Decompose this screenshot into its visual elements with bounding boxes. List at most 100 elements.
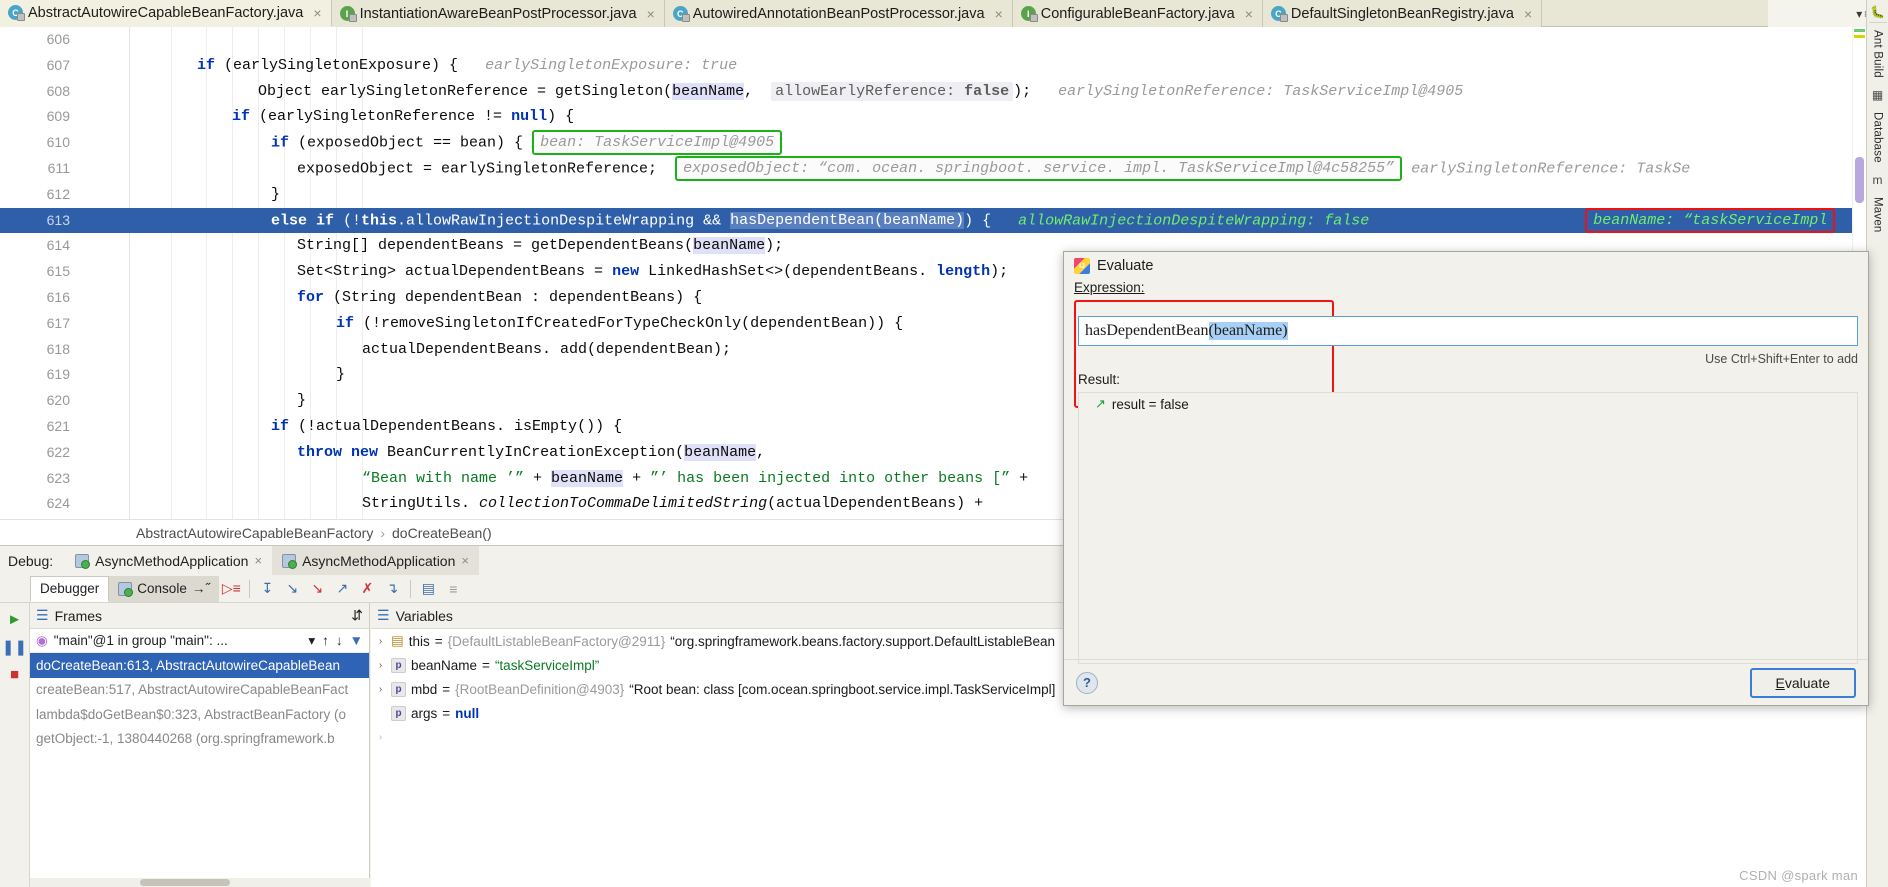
thread-icon: ◉ (36, 632, 48, 648)
tab-debugger[interactable]: Debugger (30, 575, 110, 602)
close-icon[interactable]: × (313, 5, 321, 21)
class-icon: C (8, 5, 25, 21)
step-out-icon[interactable]: ↗ (330, 577, 355, 601)
evaluate-button[interactable]: Evaluate (1749, 667, 1856, 698)
result-text: result = false (1111, 396, 1189, 412)
frame-row[interactable]: createBean:517, AbstractAutowireCapableB… (30, 678, 369, 703)
resume-program-icon[interactable]: ► (7, 611, 22, 628)
code-text: exposedObject = earlySingletonReference;… (297, 155, 1690, 182)
stop-program-icon[interactable]: ■ (10, 666, 19, 683)
editor-tab-1[interactable]: I InstantiationAwareBeanPostProcessor.ja… (331, 0, 665, 27)
expression-label-text: Expression: (1074, 280, 1145, 295)
editor-tab-0[interactable]: C AbstractAutowireCapableBeanFactory.jav… (0, 0, 332, 27)
code-line[interactable]: 611 exposedObject = earlySingletonRefere… (0, 155, 1866, 182)
line-number: 616 (46, 288, 70, 305)
code-line[interactable]: 609 if (earlySingletonReference != null)… (0, 104, 1866, 130)
drop-frame-icon[interactable]: ✗ (355, 577, 380, 601)
variable-value: “Root bean: class [com.ocean.springboot.… (629, 681, 1056, 697)
code-text: “Bean with name ’” + beanName + ”’ has b… (362, 469, 1029, 487)
show-execution-point-icon[interactable]: ▷≡ (219, 577, 244, 601)
line-number: 617 (46, 314, 70, 331)
frame-row[interactable]: getObject:-1, 1380440268 (org.springfram… (30, 727, 369, 752)
expand-chevron-icon[interactable]: › (375, 684, 386, 695)
pause-program-icon[interactable]: ❚❚ (2, 638, 27, 656)
line-number: 623 (46, 469, 70, 486)
breadcrumb-separator-icon: › (380, 524, 386, 541)
result-tree[interactable]: ↗ result = false (1078, 392, 1858, 664)
code-line[interactable]: 606 (0, 27, 1866, 53)
expression-input[interactable]: hasDependentBean (beanName) (1078, 316, 1858, 346)
line-number: 607 (46, 56, 70, 73)
breadcrumb-method[interactable]: doCreateBean() (392, 525, 492, 541)
frame-up-icon[interactable]: ↑ (322, 633, 329, 649)
result-label: Result: (1078, 372, 1121, 387)
step-into-icon[interactable]: ↘ (280, 577, 305, 601)
breadcrumb-class[interactable]: AbstractAutowireCapableBeanFactory (136, 525, 373, 541)
variable-row-partial[interactable]: › (371, 725, 1866, 749)
close-icon[interactable]: × (1524, 6, 1532, 22)
code-line[interactable]: 607 if (earlySingletonExposure) { earlyS… (0, 53, 1866, 79)
database-table-icon: ▦ (1871, 87, 1884, 102)
tool-button-database[interactable]: Database (1869, 105, 1887, 170)
inline-debug-value-exposedObject: exposedObject: “com. ocean. springboot. … (675, 155, 1403, 181)
expand-chevron-icon[interactable]: › (375, 660, 386, 671)
tab-console[interactable]: Console →˝ (109, 575, 219, 602)
evaluate-expression-icon[interactable]: ▤ (416, 577, 441, 601)
step-over-icon[interactable]: ↧ (255, 577, 280, 601)
mute-breakpoints-icon[interactable]: ≡ (441, 577, 466, 601)
force-step-into-icon[interactable]: ↘ (305, 577, 330, 601)
evaluate-dialog: Evaluate Expression: hasDependentBean(be… (1063, 251, 1869, 706)
line-number: 614 (46, 237, 70, 254)
editor-tab-label: InstantiationAwareBeanPostProcessor.java (359, 5, 637, 22)
filter-icon[interactable]: ▼ (350, 633, 363, 649)
bug-icon[interactable]: 🐛 (1870, 2, 1885, 22)
close-icon[interactable]: × (647, 6, 655, 22)
tool-button-ant-build[interactable]: Ant Build (1868, 22, 1887, 85)
class-icon: C (672, 6, 690, 22)
code-text: for (String dependentBean : dependentBea… (297, 288, 703, 306)
help-icon[interactable]: ? (1076, 671, 1098, 694)
result-row[interactable]: ↗ result = false (1079, 393, 1857, 415)
frames-pane: ☰ Frames ⇵ ◉ "main"@1 in group "main": .… (30, 603, 370, 887)
line-number: 624 (46, 495, 70, 512)
debug-session-tab-1[interactable]: AsyncMethodApplication × (272, 546, 479, 575)
close-icon[interactable]: × (254, 553, 262, 568)
close-icon[interactable]: × (995, 6, 1003, 22)
settings-icon[interactable]: ⇵ (351, 607, 363, 624)
line-number: 606 (46, 31, 70, 47)
parameter-badge-icon: p (391, 657, 406, 673)
debug-label: Debug: (8, 552, 54, 569)
line-number: 619 (46, 366, 70, 383)
debug-run-actions: ► ❚❚ ■ (0, 603, 30, 887)
frames-horizontal-scrollbar[interactable] (30, 878, 370, 887)
run-to-cursor-icon[interactable]: ↴ (380, 577, 405, 601)
editor-tab-label: ConfigurableBeanFactory.java (1040, 5, 1235, 22)
editor-tab-4[interactable]: C DefaultSingletonBeanRegistry.java × (1262, 0, 1543, 27)
editor-tab-2[interactable]: C AutowiredAnnotationBeanPostProcessor.j… (664, 0, 1013, 27)
frames-icon: ☰ (36, 607, 49, 623)
variable-name: args (411, 705, 438, 721)
code-line[interactable]: 608 Object earlySingletonReference = get… (0, 79, 1866, 105)
debug-session-tab-0[interactable]: AsyncMethodApplication × (65, 546, 272, 575)
line-number: 609 (46, 108, 70, 125)
code-line[interactable]: 612 } (0, 182, 1866, 208)
code-text: if (!actualDependentBeans. isEmpty()) { (271, 417, 623, 435)
interface-icon: I (339, 6, 357, 22)
tool-button-maven[interactable]: Maven (1869, 190, 1887, 240)
expand-chevron-icon[interactable]: › (375, 732, 386, 743)
editor-tab-3[interactable]: I ConfigurableBeanFactory.java × (1012, 0, 1263, 27)
variable-value: “taskServiceImpl” (494, 657, 600, 673)
frame-row-selected[interactable]: doCreateBean:613, AbstractAutowireCapabl… (30, 653, 369, 678)
code-line-executing[interactable]: 613 else if (!this.allowRawInjectionDesp… (0, 207, 1866, 234)
close-icon[interactable]: × (1245, 6, 1253, 22)
frame-row[interactable]: lambda$doGetBean$0:323, AbstractBeanFact… (30, 702, 369, 727)
expand-chevron-icon[interactable]: › (375, 636, 386, 647)
chevron-down-icon[interactable]: ▾ (308, 633, 315, 649)
line-number: 618 (46, 340, 70, 357)
close-icon[interactable]: × (461, 553, 469, 568)
code-line[interactable]: 610 if (exposedObject == bean) { bean: T… (0, 130, 1866, 156)
thread-selector[interactable]: ◉ "main"@1 in group "main": ... ▾ ↑ ↓ ▼ (30, 629, 369, 653)
parameter-badge-icon: p (391, 681, 406, 697)
code-text: } (336, 366, 346, 384)
frame-down-icon[interactable]: ↓ (336, 633, 343, 649)
